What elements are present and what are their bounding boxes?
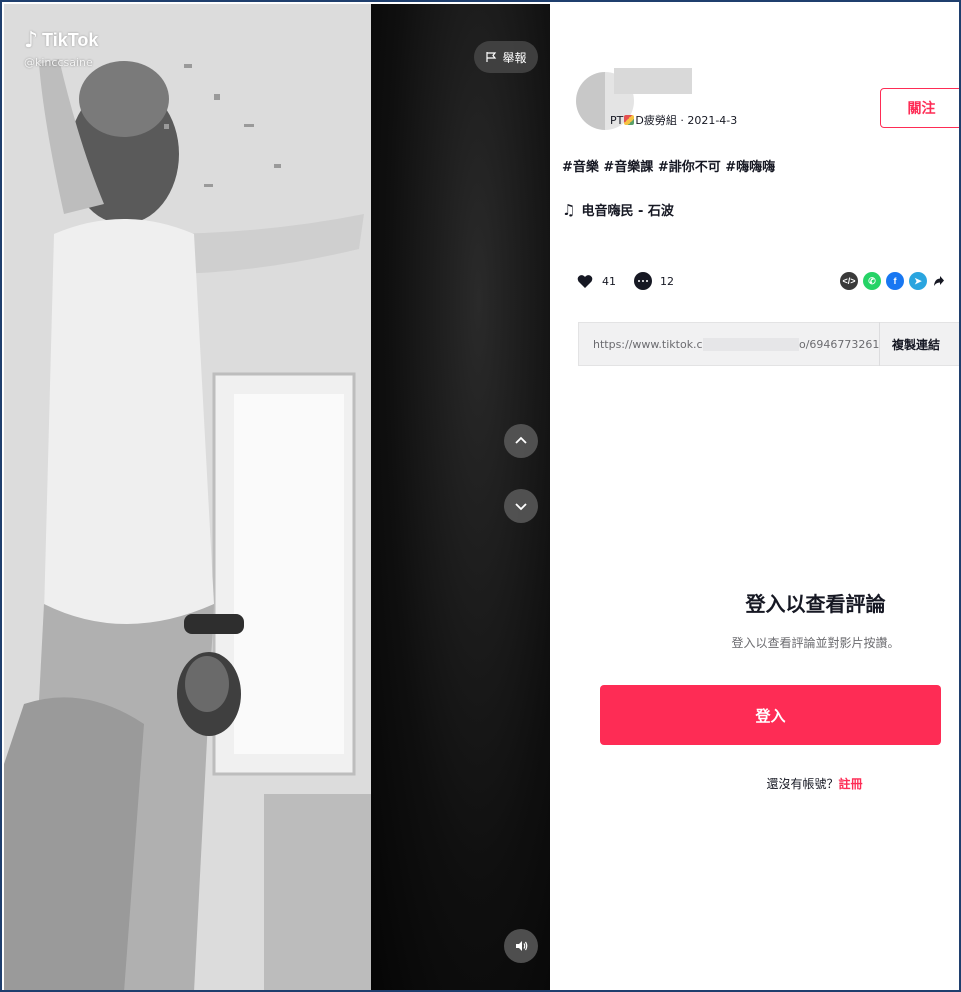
comment-count: 12 [660,274,674,288]
follow-button[interactable]: 關注 [880,88,959,128]
author-name-prefix: PT [610,113,624,127]
video-handle-watermark: @kinccsaine [24,56,93,69]
previous-video-button[interactable] [504,424,538,458]
facebook-icon[interactable]: f [886,272,904,290]
author-name-date: D疲勞組 · 2021-4-3 [635,114,738,127]
signup-prompt-text: 還沒有帳號？ [766,777,839,791]
video-scene [4,4,371,990]
chevron-up-icon [515,436,527,444]
report-label: 舉報 [502,50,527,65]
heart-icon[interactable] [576,272,594,290]
like-stat[interactable]: 41 [576,272,616,290]
engagement-stats: 41 12 [576,272,692,290]
comment-icon[interactable] [634,272,652,290]
signup-link[interactable]: 註冊 [839,777,863,791]
pencil-emoji-icon [624,115,635,125]
hashtags[interactable]: #音樂 #音樂課 #誹你不可 #嗨嗨嗨 [562,156,775,175]
video-frame[interactable]: ♪ TikTok @kinccsaine [4,4,371,990]
telegram-icon[interactable]: ➤ [909,272,927,290]
author-line: PT D疲勞組 · 2021-4-3 [610,112,737,128]
share-link-suffix: o/6946773261594... [799,337,879,351]
share-link-row: https://www.tiktok.com/ o/6946773261594.… [578,322,959,366]
music-note-icon: ♫ [562,200,576,219]
flag-icon [486,52,497,62]
username-redacted [614,68,692,94]
share-arrow-icon[interactable] [932,274,946,288]
page-frame: ♪ TikTok @kinccsaine 舉報 PT D疲勞組 · 2021-4… [0,0,961,992]
tiktok-logo: ♪ TikTok [24,28,98,53]
chevron-down-icon [515,503,527,511]
report-button[interactable]: 舉報 [474,41,538,73]
share-link-redacted [703,337,799,351]
music-title: 电音嗨民 - 石波 [581,204,674,219]
comments-login-title: 登入以查看評論 [745,592,886,616]
music-link[interactable]: ♫ 电音嗨民 - 石波 [562,200,674,220]
like-count: 41 [602,274,616,288]
tiktok-logo-text: TikTok [42,30,99,50]
video-player[interactable]: ♪ TikTok @kinccsaine 舉報 [4,4,550,990]
signup-prompt: 還沒有帳號？註冊 [550,775,959,792]
comment-stat[interactable]: 12 [634,272,674,290]
login-button[interactable]: 登入 [600,685,941,745]
embed-icon[interactable]: </> [840,272,858,290]
comments-login-subtitle: 登入以查看評論並對影片按讚。 [731,636,900,650]
tiktok-logo-icon: ♪ [24,28,39,53]
share-row: </> ✆ f ➤ [840,272,946,290]
next-video-button[interactable] [504,489,538,523]
whatsapp-icon[interactable]: ✆ [863,272,881,290]
copy-link-button[interactable]: 複製連結 [879,322,940,366]
speaker-icon [516,941,528,951]
share-link-field[interactable]: https://www.tiktok.com/ o/6946773261594.… [579,337,879,351]
volume-button[interactable] [504,929,538,963]
detail-panel: PT D疲勞組 · 2021-4-3 關注 #音樂 #音樂課 #誹你不可 #嗨嗨… [550,4,959,990]
